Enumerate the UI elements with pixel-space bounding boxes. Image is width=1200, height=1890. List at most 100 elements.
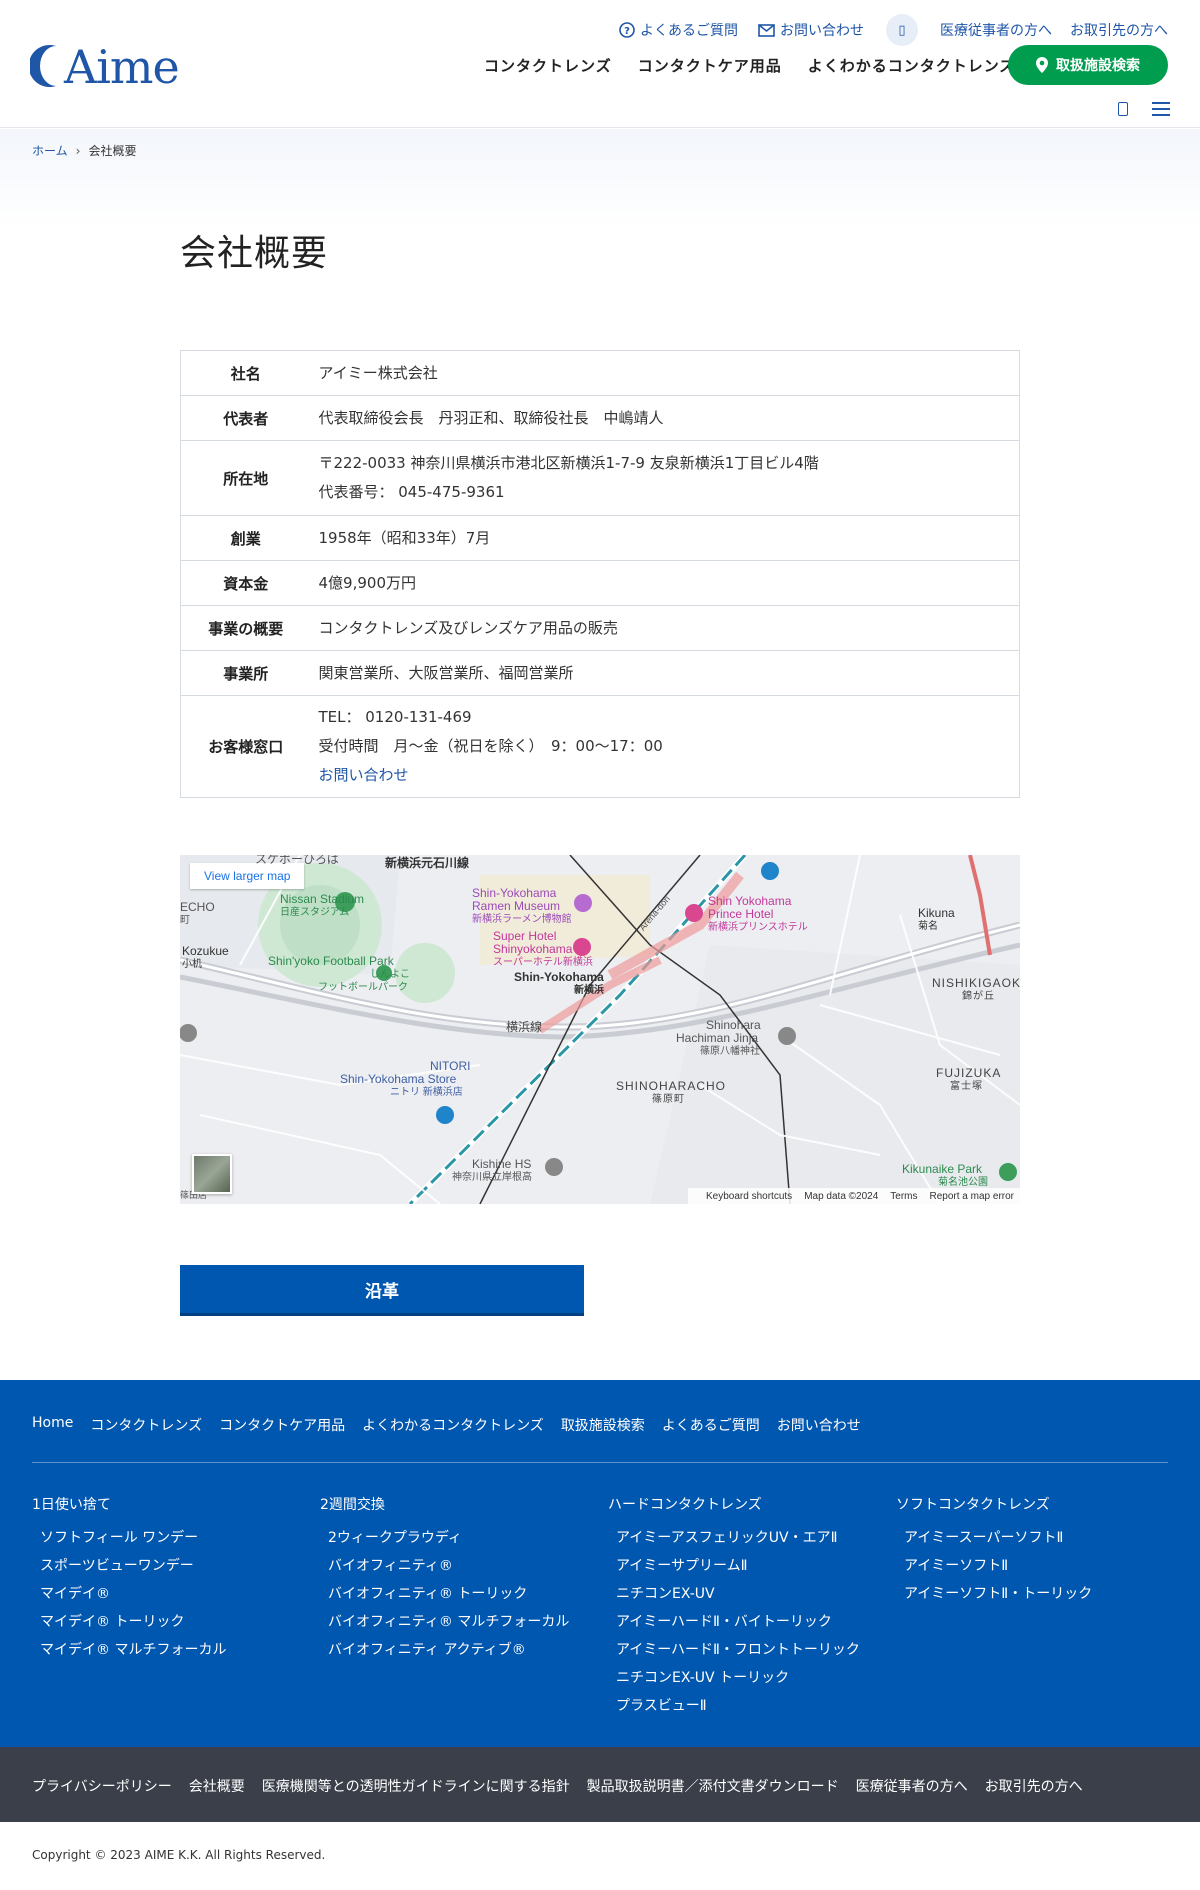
footer-product-link[interactable]: アイミーソフトⅡ・トーリック bbox=[896, 1580, 1092, 1608]
page-title: 会社概要 bbox=[180, 233, 329, 274]
map-label-prince-hotel[interactable]: Shin Yokohama Prince Hotel 新横浜プリンスホテル bbox=[708, 895, 808, 934]
map-pin-icon bbox=[1036, 57, 1048, 73]
footer-product-link[interactable]: ニチコンEX-UV トーリック bbox=[608, 1664, 860, 1692]
breadcrumb-home-link[interactable]: ホーム bbox=[32, 142, 68, 159]
manual-download-link[interactable]: 製品取扱説明書／添付文書ダウンロード bbox=[587, 1776, 839, 1796]
hero-background bbox=[0, 129, 1200, 229]
footer-category[interactable]: ハードコンタクトレンズ bbox=[608, 1494, 860, 1514]
small-box-icon[interactable] bbox=[1118, 102, 1128, 116]
footer-category[interactable]: ソフトコンタクトレンズ bbox=[896, 1494, 1092, 1514]
language-toggle-button[interactable]: ▯ bbox=[886, 14, 918, 46]
breadcrumb: ホーム › 会社概要 bbox=[32, 142, 136, 159]
map-label-sports: スケボーひろば bbox=[255, 855, 340, 866]
keyboard-shortcuts-link[interactable]: Keyboard shortcuts bbox=[706, 1191, 792, 1202]
privacy-policy-link[interactable]: プライバシーポリシー bbox=[32, 1776, 172, 1796]
utility-nav: ? よくあるご質問 お問い合わせ ▯ 医療従事者の方へ お取引先の方へ bbox=[599, 14, 1168, 46]
map-label-kishine-hs[interactable]: Kishine HS 神奈川県立岸根高 bbox=[452, 1158, 532, 1184]
satellite-view-toggle[interactable] bbox=[192, 1154, 232, 1194]
facility-search-button[interactable]: 取扱施設検索 bbox=[1008, 45, 1168, 85]
map-label-kozukue: Kozukue 小机 bbox=[182, 944, 229, 971]
footer-product-link[interactable]: アイミースーパーソフトⅡ bbox=[896, 1524, 1092, 1552]
footer-product-link[interactable]: バイオフィニティ® bbox=[320, 1552, 569, 1580]
footer-nav-facility-search[interactable]: 取扱施設検索 bbox=[561, 1415, 645, 1435]
terms-link[interactable]: Terms bbox=[890, 1191, 917, 1202]
nav-contact-lens[interactable]: コンタクトレンズ bbox=[484, 55, 612, 76]
footer-col-daily: 1日使い捨て ソフトフィール ワンデー スポーツビューワンデー マイデイ® マイ… bbox=[32, 1494, 226, 1664]
footer-product-link[interactable]: マイデイ® bbox=[32, 1580, 226, 1608]
breadcrumb-current: 会社概要 bbox=[88, 144, 137, 158]
footer-product-link[interactable]: 2ウィークプラウディ bbox=[320, 1524, 569, 1552]
map-label-shinohara-jinja[interactable]: Shinohara Hachiman Jinja 篠原八幡神社 bbox=[676, 1019, 761, 1058]
footer-nav-faq[interactable]: よくあるご質問 bbox=[662, 1415, 760, 1435]
report-map-error-link[interactable]: Report a map error bbox=[930, 1191, 1014, 1202]
footer-product-link[interactable]: ニチコンEX-UV bbox=[608, 1580, 860, 1608]
map-label-shin-yokohama-station[interactable]: Shin-Yokohama 新横浜 bbox=[514, 971, 604, 997]
founded-value: 1958年（昭和33年）7月 bbox=[310, 515, 1020, 561]
mail-icon bbox=[758, 23, 775, 37]
footer-product-link[interactable]: マイデイ® トーリック bbox=[32, 1608, 226, 1636]
footer-category[interactable]: 2週間交換 bbox=[320, 1494, 569, 1514]
footer-nav-care-products[interactable]: コンタクトケア用品 bbox=[219, 1415, 345, 1435]
footer-nav-contact-lens[interactable]: コンタクトレンズ bbox=[90, 1415, 202, 1435]
footer-nav-home[interactable]: Home bbox=[32, 1415, 73, 1435]
view-larger-map-link[interactable]: View larger map bbox=[190, 863, 305, 889]
map-data-text: Map data ©2024 bbox=[804, 1190, 879, 1202]
map-label-nitori[interactable]: NITORI Shin-Yokohama Store ニトリ 新横浜店 bbox=[340, 1060, 470, 1099]
row-header-representative: 代表者 bbox=[180, 395, 311, 441]
footer-sitemap: Home コンタクトレンズ コンタクトケア用品 よくわかるコンタクトレンズ 取扱… bbox=[0, 1380, 1200, 1747]
map-label-nissan-stadium[interactable]: Nissan Stadium 日産スタジアム bbox=[280, 893, 364, 919]
hamburger-menu-icon[interactable] bbox=[1152, 102, 1170, 116]
footer-col-soft: ソフトコンタクトレンズ アイミースーパーソフトⅡ アイミーソフトⅡ アイミーソフ… bbox=[896, 1494, 1092, 1608]
map-label-football-park[interactable]: Shin'yoko Football Park しんよこ フットボールパーク bbox=[268, 955, 410, 994]
table-row: お客様窓口 TEL： 0120-131-469 受付時間 月～金（祝日を除く） … bbox=[180, 695, 1020, 798]
company-name-value: アイミー株式会社 bbox=[310, 350, 1020, 396]
footer-product-link[interactable]: アイミーハードⅡ・フロントトーリック bbox=[608, 1636, 860, 1664]
site-header: Aime ? よくあるご質問 お問い合わせ ▯ 医療従事者の方へ お取引先の方へ… bbox=[0, 0, 1200, 128]
map-label-kikunaike-park[interactable]: Kikunaike Park 菊名池公園 bbox=[902, 1163, 988, 1189]
toll-free-phone: TEL： 0120-131-469 bbox=[318, 708, 472, 726]
contact-link[interactable]: お問い合わせ bbox=[758, 20, 864, 40]
business-partners-footer-link[interactable]: お取引先の方へ bbox=[985, 1776, 1083, 1796]
row-header-address: 所在地 bbox=[180, 440, 311, 516]
table-contact-link[interactable]: お問い合わせ bbox=[319, 766, 409, 784]
table-row: 事業の概要 コンタクトレンズ及びレンズケア用品の販売 bbox=[180, 605, 1020, 651]
footer-product-link[interactable]: バイオフィニティ アクティブ® bbox=[320, 1636, 569, 1664]
main-phone-value: 代表番号： 045-475-9361 bbox=[318, 483, 505, 501]
medical-professionals-footer-link[interactable]: 医療従事者の方へ bbox=[856, 1776, 968, 1796]
logo-text: Aime bbox=[64, 40, 180, 94]
table-row: 資本金 4億9,900万円 bbox=[180, 560, 1020, 606]
contact-label: お問い合わせ bbox=[780, 23, 864, 39]
footer-product-link[interactable]: ソフトフィール ワンデー bbox=[32, 1524, 226, 1552]
footer-product-link[interactable]: スポーツビューワンデー bbox=[32, 1552, 226, 1580]
footer-product-link[interactable]: プラスビューⅡ bbox=[608, 1692, 860, 1720]
footer-product-link[interactable]: アイミーソフトⅡ bbox=[896, 1552, 1092, 1580]
footer-product-link[interactable]: バイオフィニティ® マルチフォーカル bbox=[320, 1608, 569, 1636]
footer-product-link[interactable]: アイミーサプリームⅡ bbox=[608, 1552, 860, 1580]
company-info-table: 社名 アイミー株式会社 代表者 代表取締役会長 丹羽正和、取締役社長 中嶋靖人 … bbox=[180, 350, 1020, 798]
history-button[interactable]: 沿革 bbox=[180, 1265, 584, 1316]
footer-nav-guide[interactable]: よくわかるコンタクトレンズ bbox=[362, 1415, 544, 1435]
nav-guide[interactable]: よくわかるコンタクトレンズ bbox=[808, 55, 1016, 76]
medical-professionals-link[interactable]: 医療従事者の方へ bbox=[940, 20, 1052, 40]
row-header-customer-service: お客様窓口 bbox=[180, 695, 311, 798]
map-label-super-hotel[interactable]: Super Hotel Shinyokohama スーパーホテル新横浜 bbox=[493, 930, 593, 969]
map-attribution: Keyboard shortcuts Map data ©2024 Terms … bbox=[688, 1188, 1020, 1204]
footer-nav-contact[interactable]: お問い合わせ bbox=[777, 1415, 861, 1435]
row-header-founded: 創業 bbox=[180, 515, 311, 561]
embedded-map[interactable]: View larger map スケボーひろば 新横浜元石川線 ECHO 町 Ni… bbox=[180, 855, 1020, 1204]
main-nav: コンタクトレンズ コンタクトケア用品 よくわかるコンタクトレンズ bbox=[484, 55, 1041, 76]
question-circle-icon: ? bbox=[619, 22, 635, 38]
company-profile-link[interactable]: 会社概要 bbox=[189, 1776, 245, 1796]
footer-product-link[interactable]: アイミーハードⅡ・バイトーリック bbox=[608, 1608, 860, 1636]
footer-product-link[interactable]: アイミーアスフェリックUV・エアⅡ bbox=[608, 1524, 860, 1552]
footer-category[interactable]: 1日使い捨て bbox=[32, 1494, 226, 1514]
business-partners-link[interactable]: お取引先の方へ bbox=[1070, 20, 1168, 40]
nav-care-products[interactable]: コンタクトケア用品 bbox=[638, 55, 782, 76]
customer-service-cell: TEL： 0120-131-469 受付時間 月～金（祝日を除く） 9：00～1… bbox=[310, 695, 1020, 798]
footer-product-link[interactable]: バイオフィニティ® トーリック bbox=[320, 1580, 569, 1608]
transparency-guideline-link[interactable]: 医療機関等との透明性ガイドラインに関する指針 bbox=[262, 1776, 570, 1796]
map-label-ramen-museum[interactable]: Shin-Yokohama Ramen Museum 新横浜ラーメン博物館 bbox=[472, 887, 572, 926]
footer-product-link[interactable]: マイデイ® マルチフォーカル bbox=[32, 1636, 226, 1664]
aime-logo[interactable]: Aime bbox=[30, 40, 180, 96]
faq-link[interactable]: ? よくあるご質問 bbox=[619, 20, 738, 40]
